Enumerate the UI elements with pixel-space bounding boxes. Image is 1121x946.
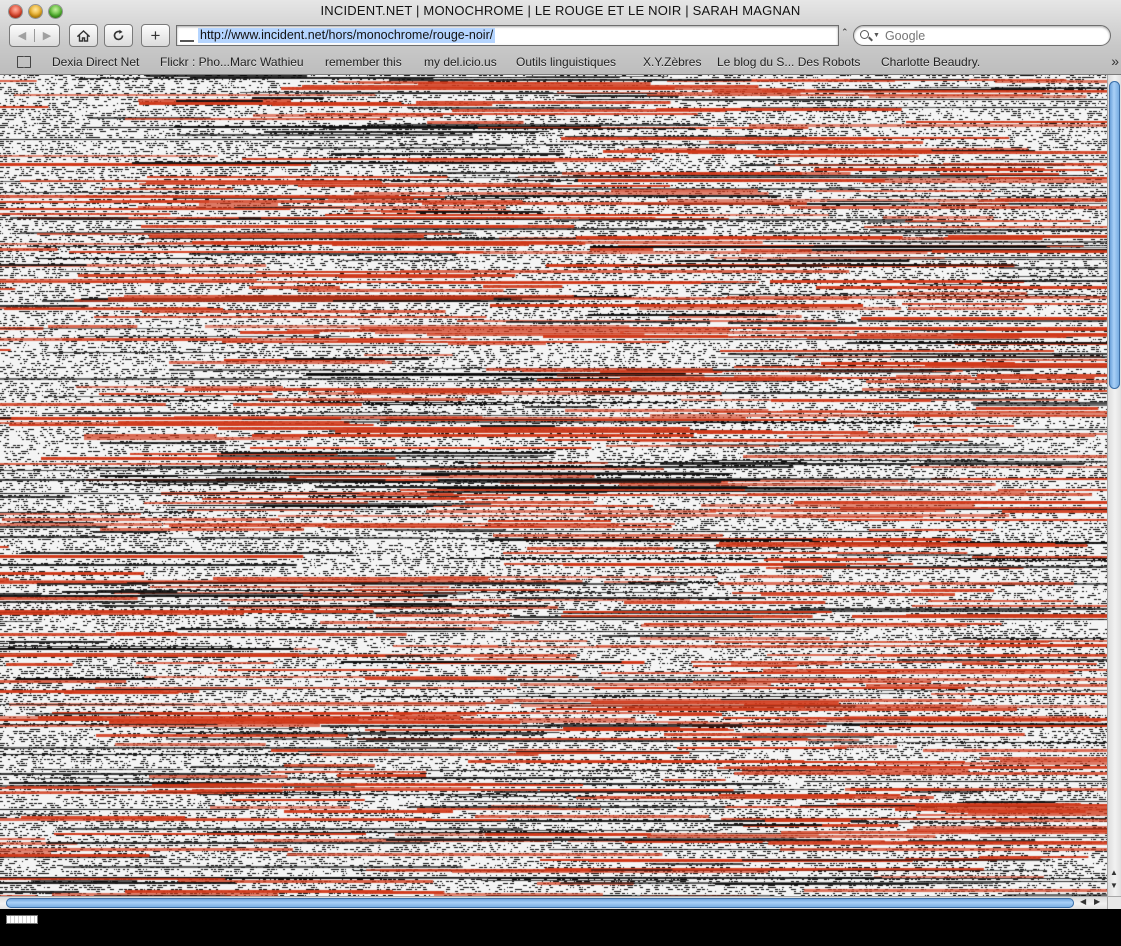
vertical-scroll-thumb[interactable] (1109, 81, 1120, 389)
bookmarks-overflow-icon[interactable]: » (1111, 53, 1119, 69)
status-bar (0, 909, 1121, 946)
vertical-scrollbar[interactable]: ▲ ▼ (1107, 75, 1121, 896)
bookmark-item[interactable]: Charlotte Beaudry. (881, 55, 980, 69)
browser-toolbar: INCIDENT.NET | MONOCHROME | LE ROUGE ET … (0, 0, 1121, 75)
loading-progress-indicator (6, 915, 38, 924)
resize-corner[interactable] (1107, 896, 1121, 910)
bookmark-item[interactable]: my del.icio.us (424, 55, 497, 69)
home-button[interactable] (69, 24, 98, 47)
back-arrow-icon[interactable]: ◀ (10, 29, 34, 42)
bookmark-item[interactable]: remember this (325, 55, 402, 69)
scroll-up-arrow-icon[interactable]: ▲ (1110, 868, 1118, 877)
bookmarks-book-icon[interactable] (17, 56, 33, 68)
url-text[interactable]: http://www.incident.net/hors/monochrome/… (198, 28, 496, 43)
plus-icon: + (150, 25, 161, 45)
forward-arrow-icon[interactable]: ▶ (34, 29, 59, 42)
web-content-artwork (0, 75, 1107, 896)
reload-button[interactable] (104, 24, 133, 47)
scroll-left-arrow-icon[interactable]: ◀ (1080, 897, 1086, 906)
add-bookmark-button[interactable]: + (141, 24, 170, 47)
bookmark-item[interactable]: Le blog du S... Des Robots (717, 55, 860, 69)
bookmark-item[interactable]: X.Y.Zèbres (643, 55, 701, 69)
back-forward-buttons: ◀ ▶ (9, 24, 60, 47)
address-chevron-icon[interactable]: ⌃ (841, 27, 849, 38)
horizontal-scrollbar[interactable]: ◀ ▶ (0, 896, 1107, 910)
browser-window: INCIDENT.NET | MONOCHROME | LE ROUGE ET … (0, 0, 1121, 946)
horizontal-scroll-thumb[interactable] (6, 898, 1074, 908)
search-input[interactable] (884, 28, 1085, 43)
home-icon (77, 29, 90, 42)
bookmark-item[interactable]: Dexia Direct Net (52, 55, 139, 69)
reload-icon (113, 29, 124, 41)
bookmark-item[interactable]: Outils linguistiques (516, 55, 616, 69)
address-bar[interactable]: http://www.incident.net/hors/monochrome/… (176, 25, 839, 46)
scroll-down-arrow-icon[interactable]: ▼ (1110, 881, 1118, 890)
favicon-icon (180, 29, 194, 42)
red-black-noise-artwork (0, 75, 1107, 896)
scroll-right-arrow-icon[interactable]: ▶ (1094, 897, 1100, 906)
search-icon[interactable] (860, 29, 876, 43)
search-field[interactable]: ▼ (853, 25, 1111, 46)
window-title: INCIDENT.NET | MONOCHROME | LE ROUGE ET … (320, 3, 801, 18)
bookmark-item[interactable]: Flickr : Pho...Marc Wathieu (160, 55, 304, 69)
